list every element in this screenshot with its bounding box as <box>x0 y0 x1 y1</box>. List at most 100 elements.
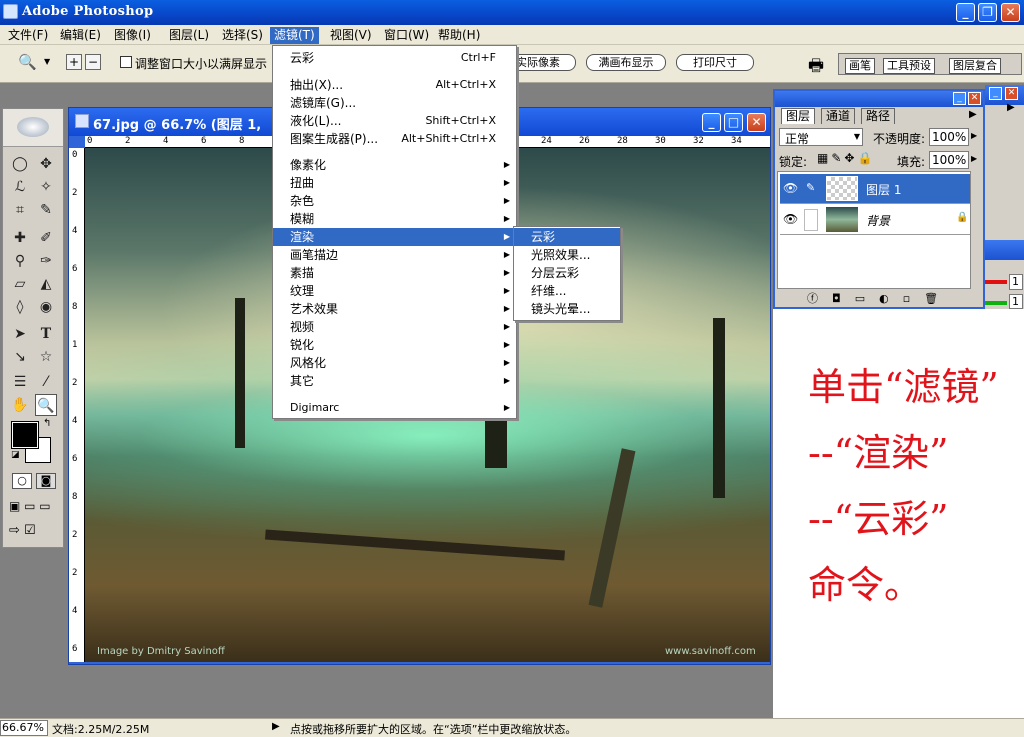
submenu-item-fibers[interactable]: 纤维... <box>514 282 620 300</box>
dodge-tool-icon[interactable]: ◉ <box>35 296 57 318</box>
move-tool-icon[interactable]: ✥ <box>35 153 57 175</box>
side-panel-close-icon[interactable]: ✕ <box>1005 87 1018 100</box>
menu-item-sketch[interactable]: 素描 ▶ <box>273 264 516 282</box>
eye-icon[interactable]: 👁 <box>783 212 798 226</box>
menu-item-last-filter[interactable]: 云彩 Ctrl+F <box>273 49 516 67</box>
menu-window[interactable]: 窗口(W) <box>380 27 433 44</box>
menu-file[interactable]: 文件(F) <box>4 27 52 44</box>
zoom-level-field[interactable]: 66.67% <box>0 720 48 736</box>
doc-maximize-icon[interactable]: □ <box>724 113 743 132</box>
menu-item-digimarc[interactable]: Digimarc ▶ <box>273 399 516 417</box>
menu-item-sharpen[interactable]: 锐化 ▶ <box>273 336 516 354</box>
foreground-color-swatch[interactable] <box>11 421 39 449</box>
close-icon[interactable]: ✕ <box>1001 3 1020 22</box>
panel-close-icon[interactable]: ✕ <box>968 92 981 105</box>
link-slot[interactable] <box>804 209 818 231</box>
doc-close-icon[interactable]: ✕ <box>747 113 766 132</box>
zoom-tool-icon[interactable]: 🔍 <box>18 53 37 71</box>
panel-menu-icon[interactable]: ▶ <box>969 109 977 120</box>
lasso-tool-icon[interactable]: ℒ <box>9 176 31 198</box>
menu-item-artistic[interactable]: 艺术效果 ▶ <box>273 300 516 318</box>
submenu-item-lighting-effects[interactable]: 光照效果... <box>514 246 620 264</box>
menu-item-blur[interactable]: 模糊 ▶ <box>273 210 516 228</box>
opacity-input[interactable]: 100% <box>929 128 969 146</box>
quick-mask-icon[interactable]: ◙ <box>36 473 56 489</box>
menu-item-stylize[interactable]: 风格化 ▶ <box>273 354 516 372</box>
opacity-slider-icon[interactable]: ▶ <box>971 131 977 140</box>
fill-input[interactable]: 100% <box>929 151 969 169</box>
menu-item-pattern-maker[interactable]: 图案生成器(P)... Alt+Shift+Ctrl+X <box>273 130 516 148</box>
layer-row-layer1[interactable]: 👁 ✎ 图层 1 <box>780 174 970 204</box>
layer-actions-bar[interactable]: ⓕ◘▭◐▫🗑 <box>777 290 981 306</box>
panel-minimize-icon[interactable]: _ <box>953 92 966 105</box>
menu-select[interactable]: 选择(S) <box>218 27 267 44</box>
path-select-icon[interactable]: ➤ <box>9 323 31 345</box>
eyedropper-icon[interactable]: ⁄ <box>35 371 57 393</box>
eraser-tool-icon[interactable]: ▱ <box>9 273 31 295</box>
menu-item-liquify[interactable]: 液化(L)... Shift+Ctrl+X <box>273 112 516 130</box>
print-size-button[interactable]: 打印尺寸 <box>676 54 754 71</box>
blur-tool-icon[interactable]: ◊ <box>9 296 31 318</box>
menu-item-render[interactable]: 渲染 ▶ <box>273 228 516 246</box>
hand-tool-icon[interactable]: ✋ <box>9 394 31 416</box>
zoom-tool-active-icon[interactable]: 🔍 <box>35 394 57 416</box>
menu-item-pixelate[interactable]: 像素化 ▶ <box>273 156 516 174</box>
submenu-item-lens-flare[interactable]: 镜头光晕... <box>514 300 620 318</box>
menu-item-extract[interactable]: 抽出(X)... Alt+Ctrl+X <box>273 76 516 94</box>
menu-layer[interactable]: 图层(L) <box>165 27 213 44</box>
menu-edit[interactable]: 编辑(E) <box>56 27 105 44</box>
menu-image[interactable]: 图像(I) <box>110 27 155 44</box>
red-value-input[interactable]: 1 <box>1009 274 1023 290</box>
shape-tool-icon[interactable]: ☆ <box>35 346 57 368</box>
fill-slider-icon[interactable]: ▶ <box>971 154 977 163</box>
menu-help[interactable]: 帮助(H) <box>434 27 484 44</box>
type-tool-icon[interactable]: T <box>35 323 57 345</box>
layer-row-background[interactable]: 👁 背景 🔒 <box>780 205 970 235</box>
submenu-item-difference-clouds[interactable]: 分层云彩 <box>514 264 620 282</box>
tab-tool-presets[interactable]: 工具预设 <box>883 58 935 74</box>
tab-channels[interactable]: 通道 <box>821 108 856 124</box>
side-panel-minimize-icon[interactable]: _ <box>989 87 1002 100</box>
jump-to-imageready-icon[interactable]: ⇨ ☑ <box>9 523 36 538</box>
menu-item-filter-gallery[interactable]: 滤镜库(G)... <box>273 94 516 112</box>
fit-screen-button[interactable]: 满画布显示 <box>586 54 666 71</box>
pen-tool-icon[interactable]: ↘ <box>9 346 31 368</box>
side-panel-menu-icon[interactable]: ▶ <box>1007 102 1015 113</box>
menu-item-noise[interactable]: 杂色 ▶ <box>273 192 516 210</box>
swap-colors-icon[interactable]: ↰ <box>43 418 51 429</box>
slice-tool-icon[interactable]: ✎ <box>35 199 57 221</box>
brush-link-icon[interactable]: ✎ <box>806 181 815 194</box>
stamp-tool-icon[interactable]: ⚲ <box>9 250 31 272</box>
crop-tool-icon[interactable]: ⌗ <box>9 199 31 221</box>
eye-icon[interactable]: 👁 <box>783 181 798 195</box>
paint-bucket-icon[interactable]: ◭ <box>35 273 57 295</box>
blend-mode-select[interactable]: 正常 ▼ <box>779 128 863 146</box>
minimize-icon[interactable]: _ <box>956 3 975 22</box>
tab-brushes[interactable]: 画笔 <box>845 58 875 74</box>
menu-view[interactable]: 视图(V) <box>326 27 376 44</box>
history-brush-icon[interactable]: ✑ <box>35 250 57 272</box>
default-colors-icon[interactable]: ◪ <box>11 450 20 460</box>
marquee-tool-icon[interactable]: ◯ <box>9 153 31 175</box>
tab-layers[interactable]: 图层 <box>781 108 816 124</box>
restore-icon[interactable]: ❐ <box>978 3 997 22</box>
tab-layer-comps[interactable]: 图层复合 <box>949 58 1001 74</box>
tab-paths[interactable]: 路径 <box>861 108 896 124</box>
notes-tool-icon[interactable]: ☰ <box>9 371 31 393</box>
palette-well-icon[interactable]: 🖶 <box>808 53 824 82</box>
brush-tool-icon[interactable]: ✐ <box>35 227 57 249</box>
status-menu-icon[interactable]: ▶ <box>272 721 280 732</box>
resize-window-checkbox[interactable] <box>120 56 132 68</box>
green-slider-bar[interactable] <box>985 301 1007 305</box>
menu-item-distort[interactable]: 扭曲 ▶ <box>273 174 516 192</box>
zoom-in-icon[interactable]: + <box>66 54 82 70</box>
screen-mode-icons[interactable]: ▣ ▭ ▭ <box>9 499 51 513</box>
menu-item-other[interactable]: 其它 ▶ <box>273 372 516 390</box>
menu-item-video[interactable]: 视频 ▶ <box>273 318 516 336</box>
menu-item-brush-strokes[interactable]: 画笔描边 ▶ <box>273 246 516 264</box>
green-value-input[interactable]: 1 <box>1009 294 1023 309</box>
doc-minimize-icon[interactable]: _ <box>702 113 721 132</box>
healing-brush-icon[interactable]: ✚ <box>9 227 31 249</box>
zoom-out-icon[interactable]: − <box>85 54 101 70</box>
submenu-item-clouds[interactable]: 云彩 <box>514 228 620 246</box>
